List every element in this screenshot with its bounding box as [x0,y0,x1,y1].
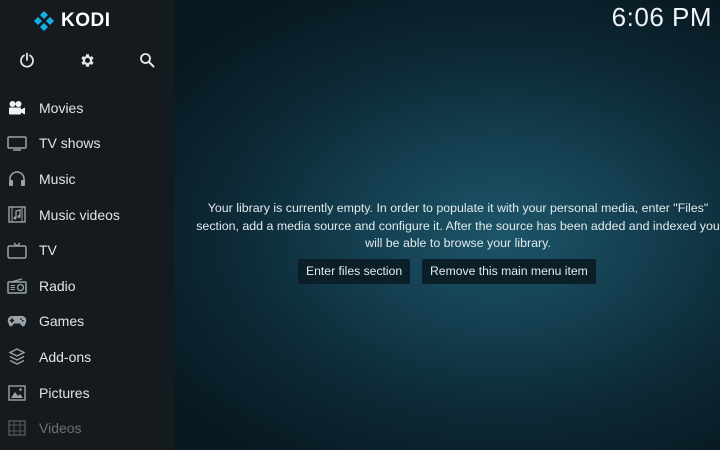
menu-item-movies[interactable]: Movies [0,90,174,126]
menu-label: TV [39,242,57,259]
remove-main-menu-item-button[interactable]: Remove this main menu item [422,259,596,284]
menu-label: Music [39,170,76,187]
gear-icon[interactable] [77,50,97,70]
menu-label: Music videos [39,206,120,223]
radio-icon [7,277,27,295]
addons-icon [7,348,27,366]
headphones-icon [7,170,27,188]
menu-label: Videos [39,420,82,437]
menu-label: Add-ons [39,348,92,365]
sidebar: KODI Movies TV shows Music Music videos … [0,0,174,450]
menu-item-games[interactable]: Games [0,304,174,340]
menu-item-pictures[interactable]: Pictures [0,375,174,411]
empty-library-message: Your library is currently empty. In orde… [196,201,720,250]
gamepad-icon [7,312,27,330]
kodi-logo-icon [34,11,54,31]
menu-label: Radio [39,277,76,294]
menu-label: Movies [39,99,84,116]
menu-item-tv[interactable]: TV [0,232,174,268]
logo-text: KODI [61,10,111,31]
tv-shows-icon [7,134,27,152]
menu-item-music[interactable]: Music [0,161,174,197]
menu-label: Pictures [39,384,90,401]
kodi-home-screen: KODI Movies TV shows Music Music videos … [0,0,720,450]
clock: 6:06 PM [611,2,712,32]
main-content: 6:06 PM Your library is currently empty.… [174,0,720,450]
menu-item-videos[interactable]: Videos [0,410,174,446]
tv-icon [7,241,27,259]
menu-item-radio[interactable]: Radio [0,268,174,304]
search-icon[interactable] [137,50,157,70]
menu-label: TV shows [39,135,101,152]
menu-item-addons[interactable]: Add-ons [0,339,174,375]
enter-files-section-button[interactable]: Enter files section [298,259,411,284]
music-videos-icon [7,206,27,224]
movies-icon [7,99,27,117]
main-menu: Movies TV shows Music Music videos TV Ra… [0,90,174,446]
power-icon[interactable] [17,50,37,70]
top-icon-bar [0,50,174,70]
pictures-icon [7,384,27,402]
menu-item-tv-shows[interactable]: TV shows [0,126,174,162]
menu-item-music-videos[interactable]: Music videos [0,197,174,233]
menu-label: Games [39,313,85,330]
videos-icon [7,419,27,437]
kodi-logo: KODI [33,9,111,33]
